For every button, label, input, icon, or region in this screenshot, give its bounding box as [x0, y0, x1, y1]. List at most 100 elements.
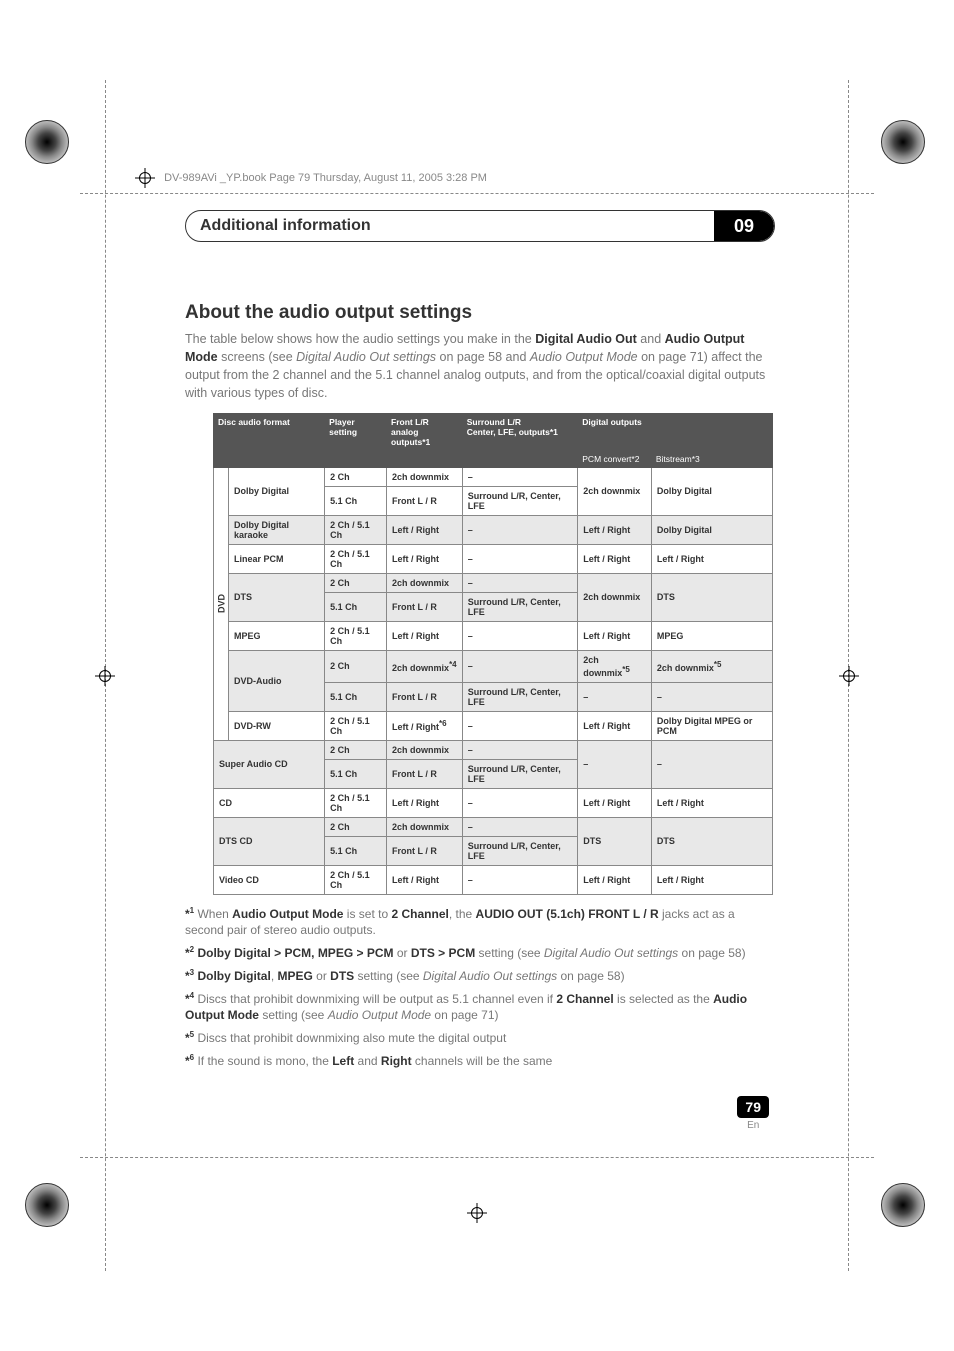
crosshair-icon	[467, 1203, 487, 1223]
cell-format: DVD-RW	[229, 711, 325, 740]
cell-bitstream: –	[651, 682, 772, 711]
cell-setting: 2 Ch	[325, 650, 387, 682]
cell-front: Left / Right	[387, 621, 463, 650]
footnote-5: *5 Discs that prohibit downmixing also m…	[185, 1029, 775, 1047]
cell-format: DTS	[229, 573, 325, 621]
print-reg-br	[881, 1183, 929, 1231]
cell-format: DTS CD	[214, 817, 325, 865]
cell-setting: 2 Ch / 5.1 Ch	[325, 621, 387, 650]
cell-front: Left / Right	[387, 544, 463, 573]
audio-output-table: Disc audio format Player setting Front L…	[213, 413, 773, 895]
page-number: 79	[737, 1096, 769, 1118]
intro-bold: Digital Audio Out	[535, 332, 637, 346]
cell-pcm: Left / Right	[578, 788, 652, 817]
cell-surround: Surround L/R, Center, LFE	[462, 836, 578, 865]
cell-bitstream: Left / Right	[651, 788, 772, 817]
cell-pcm: Left / Right	[578, 865, 652, 894]
cell-front: Front L / R	[387, 486, 463, 515]
table-row: Video CD2 Ch / 5.1 ChLeft / Right–Left /…	[214, 865, 773, 894]
cell-setting: 2 Ch / 5.1 Ch	[325, 865, 387, 894]
cell-pcm: Left / Right	[578, 711, 652, 740]
crosshair-icon	[95, 666, 115, 686]
footnote-2: *2 Dolby Digital > PCM, MPEG > PCM or DT…	[185, 944, 775, 962]
table-row: Linear PCM2 Ch / 5.1 ChLeft / Right–Left…	[214, 544, 773, 573]
cell-pcm: Left / Right	[578, 515, 652, 544]
cell-surround: –	[462, 865, 578, 894]
cell-bitstream: Dolby Digital	[651, 467, 772, 515]
cell-bitstream: –	[651, 740, 772, 788]
cell-bitstream: Dolby Digital	[651, 515, 772, 544]
cell-front: 2ch downmix	[387, 817, 463, 836]
cell-setting: 5.1 Ch	[325, 759, 387, 788]
cell-front: Left / Right*6	[387, 711, 463, 740]
intro-text: The table below shows how the audio sett…	[185, 332, 535, 346]
th-blank	[387, 450, 463, 467]
cell-front: 2ch downmix	[387, 573, 463, 592]
page-badge: 79 En	[737, 1096, 769, 1131]
cell-bitstream: 2ch downmix*5	[651, 650, 772, 682]
cell-bitstream: Dolby Digital MPEG or PCM	[651, 711, 772, 740]
th-digital: Digital outputs	[578, 413, 773, 450]
footnote-6: *6 If the sound is mono, the Left and Ri…	[185, 1052, 775, 1070]
cell-surround: Surround L/R, Center, LFE	[462, 682, 578, 711]
cell-surround: –	[462, 621, 578, 650]
cell-setting: 2 Ch	[325, 573, 387, 592]
cell-surround: –	[462, 711, 578, 740]
table-row: DVD-Audio2 Ch2ch downmix*4–2ch downmix*5…	[214, 650, 773, 682]
cell-front: 2ch downmix	[387, 740, 463, 759]
intro-text: and	[637, 332, 665, 346]
crop-line	[80, 1157, 874, 1158]
cell-format: Video CD	[214, 865, 325, 894]
intro-text: on page 58 and	[436, 350, 530, 364]
cell-pcm: 2ch downmix*5	[578, 650, 652, 682]
cell-front: Front L / R	[387, 682, 463, 711]
cell-pcm: DTS	[578, 817, 652, 865]
cell-front: Front L / R	[387, 836, 463, 865]
cell-surround: –	[462, 544, 578, 573]
cell-surround: –	[462, 467, 578, 486]
crop-line	[80, 193, 874, 194]
cell-setting: 2 Ch / 5.1 Ch	[325, 515, 387, 544]
cell-front: 2ch downmix	[387, 467, 463, 486]
cell-pcm: 2ch downmix	[578, 573, 652, 621]
cell-bitstream: MPEG	[651, 621, 772, 650]
cell-surround: –	[462, 573, 578, 592]
table-row: DVD-RW2 Ch / 5.1 ChLeft / Right*6–Left /…	[214, 711, 773, 740]
th-pcm: PCM convert*2	[578, 450, 652, 467]
cell-surround: Surround L/R, Center, LFE	[462, 759, 578, 788]
table-row: MPEG2 Ch / 5.1 ChLeft / Right–Left / Rig…	[214, 621, 773, 650]
cell-setting: 2 Ch	[325, 740, 387, 759]
cell-surround: –	[462, 788, 578, 817]
th-player: Player setting	[325, 413, 387, 467]
cell-setting: 2 Ch	[325, 467, 387, 486]
print-reg-tl	[25, 120, 73, 168]
cell-surround: –	[462, 740, 578, 759]
table-row: DTS CD2 Ch2ch downmix–DTSDTS	[214, 817, 773, 836]
cell-setting: 2 Ch	[325, 817, 387, 836]
cell-setting: 5.1 Ch	[325, 592, 387, 621]
cell-setting: 5.1 Ch	[325, 682, 387, 711]
cell-pcm: –	[578, 740, 652, 788]
print-reg-bl	[25, 1183, 73, 1231]
cell-pcm: Left / Right	[578, 621, 652, 650]
cell-format: MPEG	[229, 621, 325, 650]
cell-setting: 2 Ch / 5.1 Ch	[325, 788, 387, 817]
page-meta-text: DV-989AVi _YP.book Page 79 Thursday, Aug…	[164, 172, 487, 184]
chapter-header: Additional information 09	[185, 210, 775, 242]
cell-front: Left / Right	[387, 515, 463, 544]
cell-format: Super Audio CD	[214, 740, 325, 788]
cell-surround: Surround L/R, Center, LFE	[462, 592, 578, 621]
footnote-3: *3 Dolby Digital, MPEG or DTS setting (s…	[185, 967, 775, 985]
cell-front: Front L / R	[387, 592, 463, 621]
crosshair-icon	[839, 666, 859, 686]
table-row: Dolby Digital karaoke2 Ch / 5.1 ChLeft /…	[214, 515, 773, 544]
table-row: DVDDolby Digital2 Ch2ch downmix–2ch down…	[214, 467, 773, 486]
chapter-title: Additional information	[186, 217, 714, 235]
cell-format: Dolby Digital	[229, 467, 325, 515]
cell-front: Front L / R	[387, 759, 463, 788]
intro-italic: Audio Output Mode	[530, 350, 638, 364]
page-meta-line: DV-989AVi _YP.book Page 79 Thursday, Aug…	[135, 168, 487, 188]
print-reg-tr	[881, 120, 929, 168]
cell-bitstream: DTS	[651, 817, 772, 865]
cell-format: Linear PCM	[229, 544, 325, 573]
